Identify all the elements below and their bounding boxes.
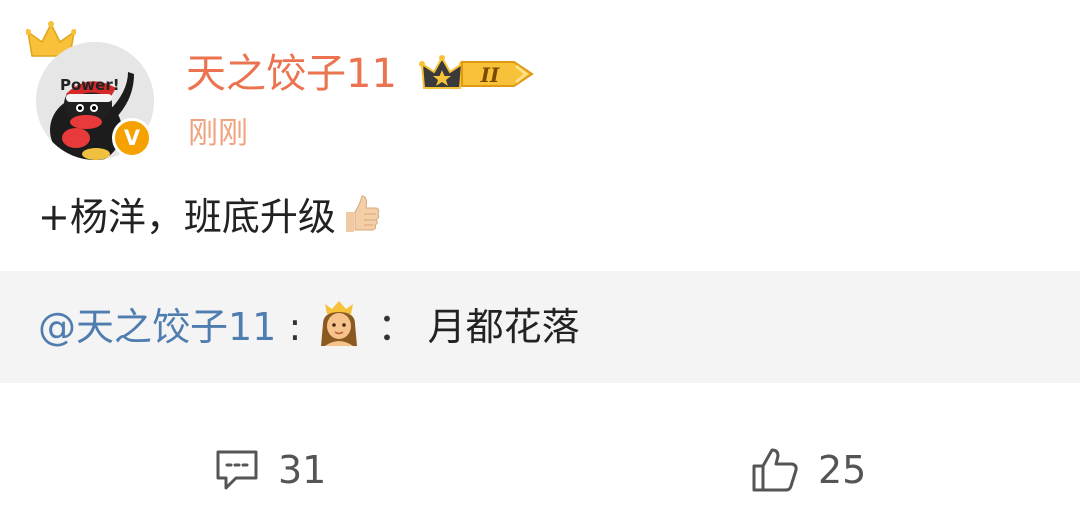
avatar-caption: Power!: [60, 76, 120, 94]
like-count: 25: [818, 448, 867, 492]
repost-colon-2: ：: [377, 305, 416, 349]
mention-link[interactable]: @天之饺子11: [38, 305, 276, 349]
princess-icon: [321, 301, 358, 346]
post-timestamp: 刚刚: [188, 116, 248, 151]
thumbs-up-icon: [345, 195, 379, 232]
vip-level: II: [480, 63, 500, 87]
repost-colon: :: [288, 305, 302, 349]
repost-content: @天之饺子11 : ： 月都花落: [38, 300, 580, 354]
avatar-container[interactable]: Power! V: [26, 20, 166, 170]
weibo-post: Power! V 天之饺子11 II 刚刚 +杨洋，班底升级 @天之饺子11 :: [0, 0, 1080, 528]
post-text: +杨洋，班底升级: [38, 195, 336, 239]
like-button[interactable]: 25: [750, 444, 866, 496]
comment-count: 31: [278, 448, 327, 492]
like-icon: [752, 448, 798, 492]
username[interactable]: 天之饺子11: [186, 48, 397, 100]
comment-icon: [216, 450, 258, 490]
post-content: +杨洋，班底升级: [38, 190, 382, 244]
vip-crown-badge-icon[interactable]: II: [418, 50, 538, 96]
repost-text: 月都花落: [427, 305, 580, 349]
verified-badge: V: [112, 118, 152, 158]
comment-button[interactable]: 31: [214, 444, 326, 496]
